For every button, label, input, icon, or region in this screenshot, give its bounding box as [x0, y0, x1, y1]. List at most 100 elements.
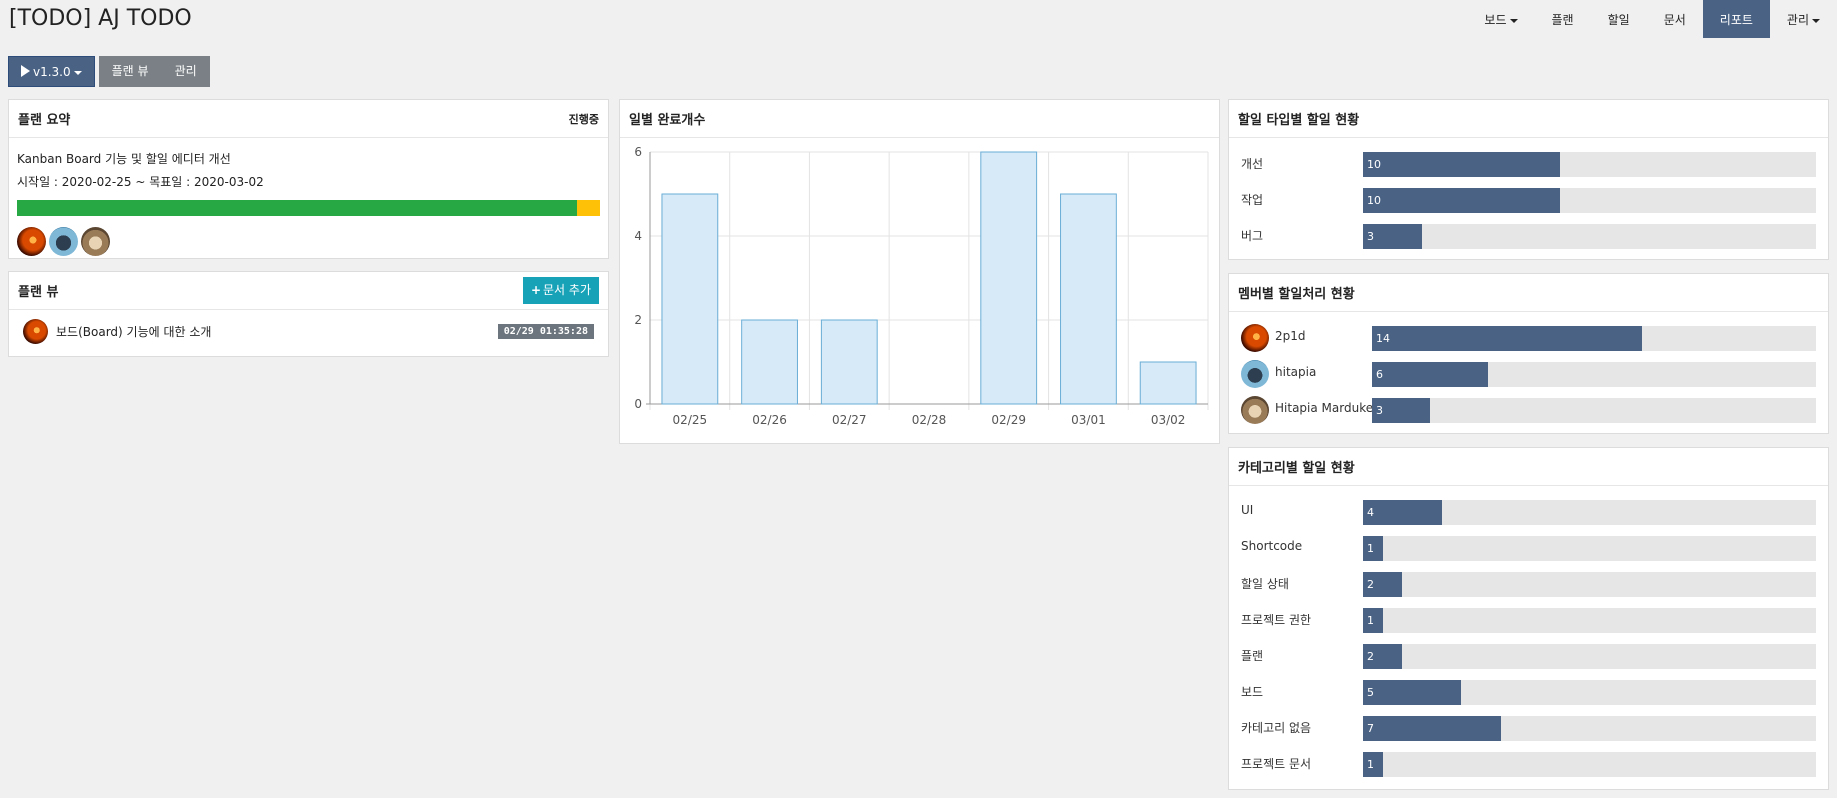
stat-value: 4: [1367, 506, 1374, 519]
stat-label: 카테고리 없음: [1241, 721, 1312, 735]
panel-title: 할일 타입별 할일 현황: [1238, 113, 1360, 128]
bar-02/29: [980, 151, 1038, 405]
stat-bar-fill: 3: [1363, 224, 1423, 249]
panel-title: 플랜 뷰: [18, 285, 59, 300]
stat-bar: 7: [1363, 716, 1816, 741]
stat-label: 개선: [1241, 157, 1264, 171]
stat-bar: 2: [1363, 644, 1816, 669]
stat-value: 14: [1376, 332, 1390, 345]
view-button-group: 플랜 뷰 관리: [98, 56, 210, 87]
stat-label: hitapia: [1275, 365, 1317, 379]
plus-icon: +: [530, 283, 542, 297]
stat-bar: 2: [1363, 572, 1816, 597]
app-title: [TODO] AJ TODO: [9, 6, 192, 31]
panel-header: 카테고리별 할일 현황: [1229, 448, 1828, 486]
stat-row: 보드 5: [1229, 674, 1828, 710]
stat-value: 1: [1367, 614, 1374, 627]
y-tick-label: 0: [634, 397, 642, 411]
plan-summary-panel: 플랜 요약 진행중 Kanban Board 기능 및 할일 에디터 개선 시작…: [8, 99, 609, 259]
stat-label: 프로젝트 권한: [1241, 613, 1312, 627]
stat-bar: 14: [1372, 326, 1816, 351]
x-tick-label: 02/27: [832, 413, 867, 427]
panel-header: 일별 완료개수: [620, 100, 1219, 138]
nav-admin[interactable]: 관리: [1770, 0, 1837, 38]
stat-bar-fill: 2: [1363, 572, 1403, 597]
plan-view-panel: 플랜 뷰 + 문서 추가 보드(Board) 기능에 대한 소개 02/29 01…: [8, 271, 609, 357]
list-item[interactable]: 보드(Board) 기능에 대한 소개 02/29 01:35:28: [9, 310, 608, 352]
panel-header: 플랜 요약 진행중: [9, 100, 608, 138]
stat-value: 7: [1367, 722, 1374, 735]
stat-bar-fill: 1: [1363, 752, 1383, 777]
stat-bar-fill: 5: [1363, 680, 1462, 705]
stat-bar-fill: 10: [1363, 188, 1560, 213]
panel-header: 할일 타입별 할일 현황: [1229, 100, 1828, 138]
stat-label: 버그: [1241, 229, 1264, 243]
member-stats-list: 2p1d 14 hitapia 6 Hitapia Marduke 3: [1229, 312, 1828, 436]
stat-row: 개선 10: [1229, 146, 1828, 182]
member-stats-panel: 멤버별 할일처리 현황 2p1d 14 hitapia 6 Hitapia Marduk…: [1228, 273, 1829, 434]
nav-board-label: 보드: [1484, 13, 1507, 27]
stat-value: 5: [1367, 686, 1374, 699]
progress-done: [17, 200, 577, 216]
avatar[interactable]: [81, 227, 110, 256]
nav-board[interactable]: 보드: [1467, 0, 1534, 38]
stat-row: 플랜 2: [1229, 638, 1828, 674]
add-document-button[interactable]: + 문서 추가: [522, 277, 599, 304]
play-icon: [21, 65, 30, 77]
stat-value: 10: [1367, 194, 1381, 207]
daily-completion-panel: 일별 완료개수 0 2 4 6 02/25 02/26 02/27 02/28 02/29 03/…: [619, 99, 1220, 444]
stat-bar: 4: [1363, 500, 1816, 525]
stat-value: 10: [1367, 158, 1381, 171]
bar-03/02: [1139, 361, 1197, 405]
nav-todo[interactable]: 할일: [1591, 0, 1647, 38]
stat-row: UI 4: [1229, 494, 1828, 530]
stat-row: 카테고리 없음 7: [1229, 710, 1828, 746]
panel-header: 플랜 뷰 + 문서 추가: [9, 272, 608, 310]
avatar[interactable]: [49, 227, 78, 256]
stat-bar: 3: [1372, 398, 1816, 423]
stat-bar: 6: [1372, 362, 1816, 387]
stat-label: 작업: [1241, 193, 1264, 207]
stat-label: 보드: [1241, 685, 1264, 699]
avatar: [1241, 396, 1269, 424]
stat-bar-fill: 3: [1372, 398, 1430, 423]
stat-bar-fill: 1: [1363, 608, 1383, 633]
nav-report[interactable]: 리포트: [1702, 0, 1770, 38]
stat-value: 1: [1367, 542, 1374, 555]
plan-view-button[interactable]: 플랜 뷰: [98, 56, 162, 87]
timestamp-badge: 02/29 01:35:28: [497, 323, 594, 339]
member-avatars: [17, 227, 600, 256]
toolbar: v1.3.0 플랜 뷰 관리: [8, 56, 210, 87]
avatar[interactable]: [17, 227, 46, 256]
nav-plan[interactable]: 플랜: [1535, 0, 1591, 38]
plan-progress-bar: [17, 200, 600, 216]
x-tick-label: 02/25: [673, 413, 708, 427]
stat-label: Hitapia Marduke: [1275, 401, 1374, 415]
version-label: v1.3.0: [33, 65, 71, 79]
nav-docs[interactable]: 문서: [1647, 0, 1703, 38]
y-tick-label: 2: [634, 313, 642, 327]
type-stats-list: 개선 10 작업 10 버그 3: [1229, 138, 1828, 262]
plan-dates: 시작일 : 2020-02-25 ~ 목표일 : 2020-03-02: [17, 175, 264, 189]
avatar: [1241, 324, 1269, 352]
stat-row: 2p1d 14: [1229, 320, 1828, 356]
x-tick-label: 03/02: [1151, 413, 1186, 427]
stat-bar-fill: 4: [1363, 500, 1442, 525]
stat-bar-fill: 7: [1363, 716, 1501, 741]
document-title[interactable]: 보드(Board) 기능에 대한 소개: [56, 323, 211, 340]
stat-bar: 1: [1363, 752, 1816, 777]
manage-button[interactable]: 관리: [161, 56, 210, 87]
stat-label: 플랜: [1241, 649, 1264, 663]
stat-bar: 10: [1363, 152, 1816, 177]
chevron-down-icon: [1509, 18, 1518, 23]
stat-value: 3: [1376, 404, 1383, 417]
stat-row: Shortcode 1: [1229, 530, 1828, 566]
bar-02/26: [741, 319, 798, 405]
stat-row: 버그 3: [1229, 218, 1828, 254]
stat-bar-fill: 6: [1372, 362, 1488, 387]
version-dropdown-button[interactable]: v1.3.0: [8, 56, 95, 87]
x-tick-label: 02/28: [912, 413, 947, 427]
stat-label: 프로젝트 문서: [1241, 757, 1312, 771]
stat-row: 작업 10: [1229, 182, 1828, 218]
chevron-down-icon: [1812, 18, 1820, 23]
